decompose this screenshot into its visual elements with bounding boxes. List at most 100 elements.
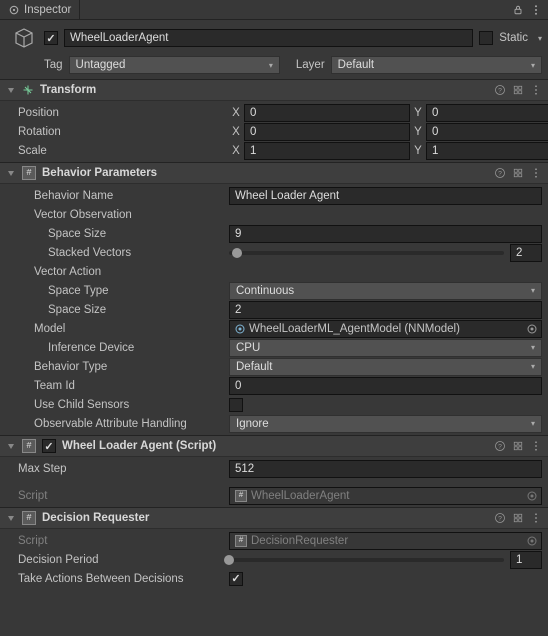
- foldout-icon[interactable]: [6, 441, 16, 451]
- static-label: Static: [499, 32, 528, 44]
- tag-value: Untagged: [76, 59, 126, 71]
- scale-y-input[interactable]: [426, 142, 548, 160]
- gameobject-icon[interactable]: [10, 24, 38, 52]
- transform-title: Transform: [40, 84, 488, 96]
- help-icon[interactable]: ?: [494, 84, 506, 96]
- rotation-y-input[interactable]: [426, 123, 548, 141]
- svg-text:?: ?: [498, 443, 502, 450]
- foldout-icon[interactable]: [6, 513, 16, 523]
- static-dropdown-arrow[interactable]: ▾: [538, 34, 542, 43]
- use-child-sensors-checkbox[interactable]: [229, 398, 243, 412]
- rotation-label: Rotation: [18, 126, 225, 138]
- transform-header[interactable]: Transform ?: [0, 79, 548, 101]
- take-actions-checkbox[interactable]: [229, 572, 243, 586]
- script-label: Script: [18, 490, 225, 502]
- foldout-icon[interactable]: [6, 85, 16, 95]
- script-mini-icon: #: [235, 490, 247, 502]
- take-actions-label: Take Actions Between Decisions: [18, 573, 225, 585]
- context-menu-icon[interactable]: [530, 512, 542, 524]
- wheel-loader-agent-enabled-checkbox[interactable]: [42, 439, 56, 453]
- svg-text:?: ?: [498, 170, 502, 177]
- behavior-name-input[interactable]: [229, 187, 542, 205]
- position-y-input[interactable]: [426, 104, 548, 122]
- svg-text:?: ?: [498, 515, 502, 522]
- help-icon[interactable]: ?: [494, 167, 506, 179]
- object-picker-icon[interactable]: [525, 322, 539, 336]
- action-spacesize-input[interactable]: [229, 301, 542, 319]
- behavior-params-title: Behavior Parameters: [42, 167, 488, 179]
- lock-icon[interactable]: [512, 4, 524, 16]
- team-id-input[interactable]: [229, 377, 542, 395]
- rotation-x-input[interactable]: [244, 123, 410, 141]
- help-icon[interactable]: ?: [494, 440, 506, 452]
- static-checkbox[interactable]: [479, 31, 493, 45]
- behavior-type-label: Behavior Type: [34, 361, 225, 373]
- script-mini-icon: #: [235, 535, 247, 547]
- stacked-slider[interactable]: [229, 251, 504, 255]
- obs-attr-label: Observable Attribute Handling: [34, 418, 225, 430]
- decision-period-input[interactable]: [510, 551, 542, 569]
- position-label: Position: [18, 107, 225, 119]
- vector-obs-label: Vector Observation: [34, 209, 225, 221]
- transform-icon: [22, 84, 34, 96]
- stacked-value-input[interactable]: [510, 244, 542, 262]
- model-object-field[interactable]: WheelLoaderML_AgentModel (NNModel): [229, 320, 542, 338]
- model-label: Model: [34, 323, 225, 335]
- foldout-icon[interactable]: [6, 168, 16, 178]
- layer-dropdown[interactable]: Default▾: [331, 56, 542, 74]
- wheel-loader-agent-title: Wheel Loader Agent (Script): [62, 440, 488, 452]
- scale-x-input[interactable]: [244, 142, 410, 160]
- object-picker-icon[interactable]: [525, 534, 539, 548]
- decision-period-slider[interactable]: [229, 558, 504, 562]
- inspector-tab[interactable]: Inspector: [0, 0, 80, 19]
- layer-value: Default: [338, 59, 374, 71]
- preset-icon[interactable]: [512, 440, 524, 452]
- max-step-input[interactable]: [229, 460, 542, 478]
- use-child-sensors-label: Use Child Sensors: [34, 399, 225, 411]
- inference-device-label: Inference Device: [48, 342, 225, 354]
- decision-requester-title: Decision Requester: [42, 512, 488, 524]
- menu-icon[interactable]: [530, 4, 542, 16]
- script-field: # DecisionRequester: [229, 532, 542, 550]
- gameobject-enabled-checkbox[interactable]: [44, 31, 58, 45]
- obs-attr-dropdown[interactable]: Ignore▾: [229, 415, 542, 433]
- stacked-label: Stacked Vectors: [48, 247, 225, 259]
- help-icon[interactable]: ?: [494, 512, 506, 524]
- transform-body: Position X Y Z Rotation X Y Z Scale X Y …: [0, 101, 548, 162]
- script-icon: #: [22, 511, 36, 525]
- position-x-input[interactable]: [244, 104, 410, 122]
- object-picker-icon[interactable]: [525, 489, 539, 503]
- decision-period-label: Decision Period: [18, 554, 225, 566]
- context-menu-icon[interactable]: [530, 167, 542, 179]
- tag-layer-row: Tag Untagged▾ Layer Default▾: [0, 54, 548, 79]
- gameobject-header: Static ▾: [0, 20, 548, 54]
- action-spacetype-dropdown[interactable]: Continuous▾: [229, 282, 542, 300]
- x-label: X: [229, 107, 243, 119]
- layer-label: Layer: [296, 59, 325, 71]
- preset-icon[interactable]: [512, 512, 524, 524]
- inference-device-dropdown[interactable]: CPU▾: [229, 339, 542, 357]
- wheel-loader-agent-header[interactable]: # Wheel Loader Agent (Script) ?: [0, 435, 548, 457]
- behavior-type-dropdown[interactable]: Default▾: [229, 358, 542, 376]
- tag-label: Tag: [44, 59, 63, 71]
- vector-action-label: Vector Action: [34, 266, 225, 278]
- decision-requester-body: Script # DecisionRequester Decision Peri…: [0, 529, 548, 590]
- tag-dropdown[interactable]: Untagged▾: [69, 56, 280, 74]
- obs-space-size-input[interactable]: [229, 225, 542, 243]
- gameobject-name-input[interactable]: [64, 29, 473, 47]
- preset-icon[interactable]: [512, 84, 524, 96]
- context-menu-icon[interactable]: [530, 440, 542, 452]
- decision-requester-header[interactable]: # Decision Requester ?: [0, 507, 548, 529]
- y-label: Y: [411, 107, 425, 119]
- nnmodel-icon: [235, 324, 245, 334]
- svg-text:?: ?: [498, 87, 502, 94]
- script-icon: #: [22, 439, 36, 453]
- context-menu-icon[interactable]: [530, 84, 542, 96]
- preset-icon[interactable]: [512, 167, 524, 179]
- behavior-name-label: Behavior Name: [34, 190, 225, 202]
- wheel-loader-agent-body: Max Step Script # WheelLoaderAgent: [0, 457, 548, 507]
- space-size-label: Space Size: [48, 228, 225, 240]
- script-icon: #: [22, 166, 36, 180]
- behavior-params-header[interactable]: # Behavior Parameters ?: [0, 162, 548, 184]
- team-id-label: Team Id: [34, 380, 225, 392]
